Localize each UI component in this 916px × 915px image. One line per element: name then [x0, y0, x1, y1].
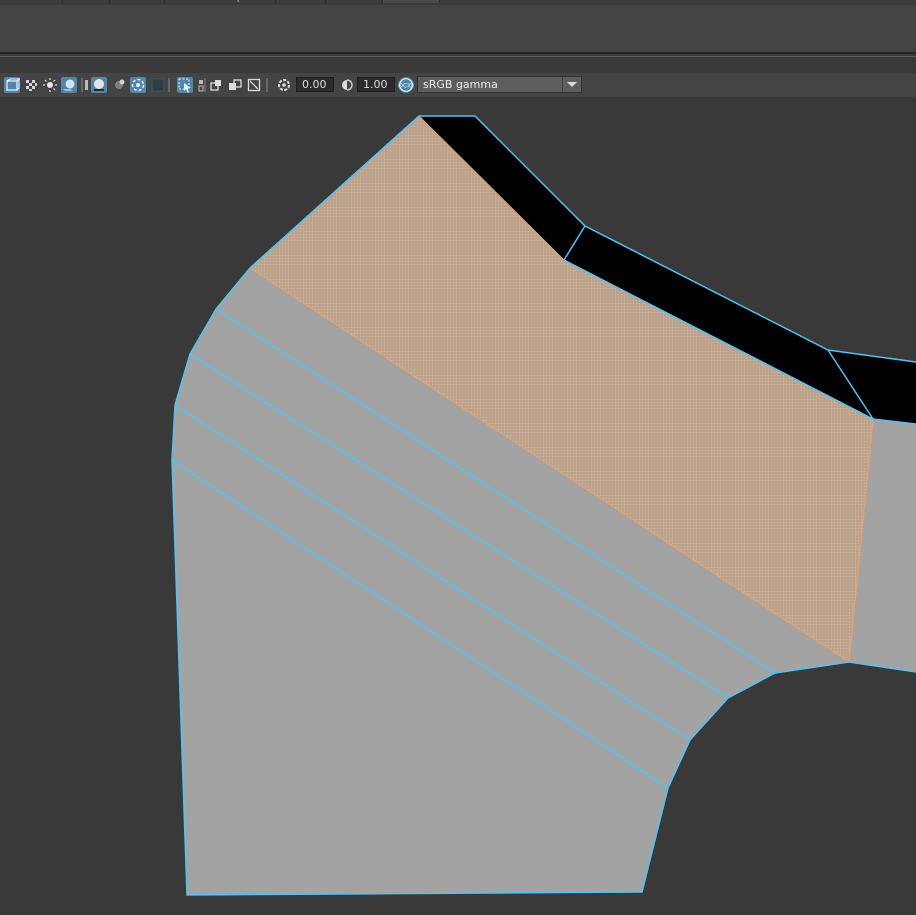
shaded-mode-icon[interactable]: [61, 77, 77, 93]
toolbar-separator: [168, 78, 170, 92]
texture-sphere-icon[interactable]: [91, 77, 107, 93]
shelf-tab-assets[interactable]: Assets: [383, 0, 440, 3]
colorspace-value: sRGB gamma: [423, 78, 498, 91]
uv-layout-canvas[interactable]: [0, 97, 916, 912]
panel-divider-line: [0, 56, 916, 57]
colorspace-dropdown[interactable]: sRGB gamma: [417, 76, 582, 93]
shelf-tab-mash[interactable]: MASH: [112, 0, 166, 3]
shelf-area: [0, 5, 916, 52]
gamma-field[interactable]: 1.00: [357, 77, 395, 92]
svg-text:OCIO: OCIO: [398, 83, 414, 90]
render-cam-icon[interactable]: [4, 77, 20, 93]
uv-editor-toolbar: 0.00 1.00 OCIO sRGB gamma: [0, 73, 916, 97]
select-icon[interactable]: [177, 77, 193, 93]
shelf-tab-effects[interactable]: Effects: [52, 0, 111, 3]
panel-divider: [0, 52, 916, 54]
dropdown-arrow-icon[interactable]: [562, 77, 581, 92]
toolbar-separator: [81, 78, 83, 92]
copy-icon[interactable]: [208, 77, 224, 93]
toolbar-separator: [204, 78, 206, 92]
exposure-icon[interactable]: [276, 77, 292, 93]
wire-icon[interactable]: [84, 77, 90, 93]
isolate-icon[interactable]: [111, 77, 127, 93]
shelf-tab-arnold[interactable]: Arnold: [326, 0, 383, 3]
shelf-tab-motion-graphics[interactable]: Motion Graphics: [166, 0, 277, 3]
gamma-icon[interactable]: [339, 77, 355, 93]
color-mgmt-icon[interactable]: [130, 77, 146, 93]
frame-all-icon[interactable]: [150, 77, 166, 93]
view-transform-icon[interactable]: OCIO: [398, 77, 414, 93]
toolbar-separator: [266, 78, 268, 92]
uv-viewport[interactable]: [0, 97, 916, 912]
paste-icon[interactable]: [227, 77, 243, 93]
shelf-tab-xgen[interactable]: XGen: [275, 0, 326, 3]
pin-icon[interactable]: [246, 77, 262, 93]
light-icon[interactable]: [42, 77, 58, 93]
checker-icon[interactable]: [23, 77, 39, 93]
exposure-field[interactable]: 0.00: [296, 77, 334, 92]
